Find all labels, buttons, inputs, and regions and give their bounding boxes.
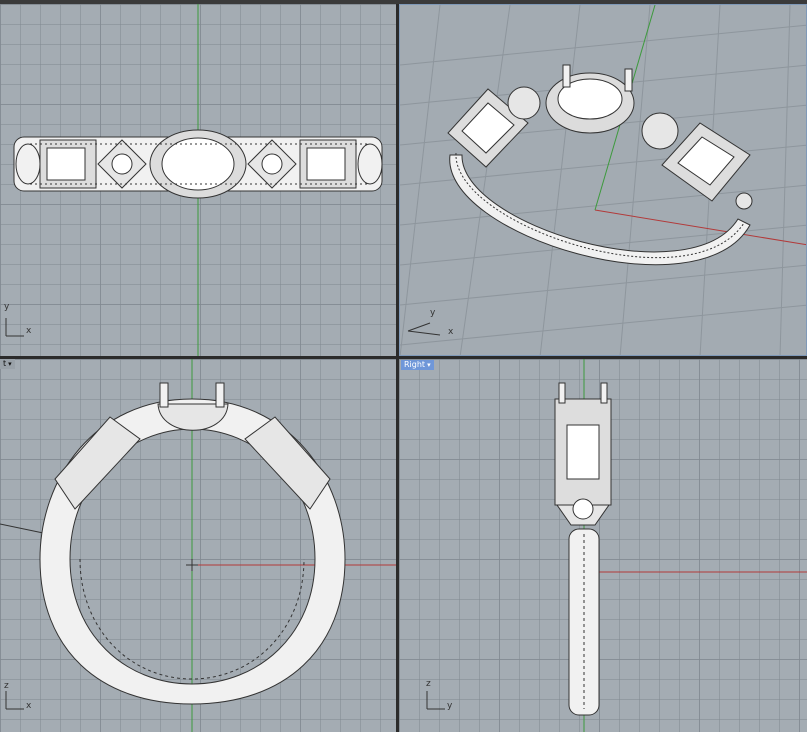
right-view-canvas	[426, 359, 807, 732]
ring-top-view	[13, 129, 383, 199]
ring-right-view	[554, 382, 612, 716]
axis-label-b: x	[26, 701, 32, 711]
axis-label-b: y	[447, 701, 453, 711]
x-axis-line	[594, 209, 806, 246]
viewport-perspective[interactable]: y x	[399, 4, 807, 356]
viewport-right[interactable]: Right ▾ z y	[399, 359, 807, 732]
axis-label-a: y	[430, 308, 436, 318]
viewport-front[interactable]: t ▾ z x	[0, 359, 396, 732]
axis-label-b: x	[448, 327, 454, 337]
front-axis-gizmo	[5, 691, 24, 710]
axis-label-a: z	[426, 679, 431, 689]
axis-label-a: y	[4, 302, 10, 312]
right-axis-gizmo	[426, 691, 445, 710]
front-view-canvas	[0, 359, 396, 732]
viewport-top[interactable]: y x	[0, 4, 396, 356]
persp-axis-gizmo	[407, 322, 441, 336]
axis-label-a: z	[4, 681, 9, 691]
guide-line	[0, 523, 49, 535]
axis-label-b: x	[26, 326, 32, 336]
top-axis-gizmo	[5, 318, 24, 337]
top-view-canvas	[5, 4, 383, 356]
perspective-view-canvas	[400, 5, 806, 355]
